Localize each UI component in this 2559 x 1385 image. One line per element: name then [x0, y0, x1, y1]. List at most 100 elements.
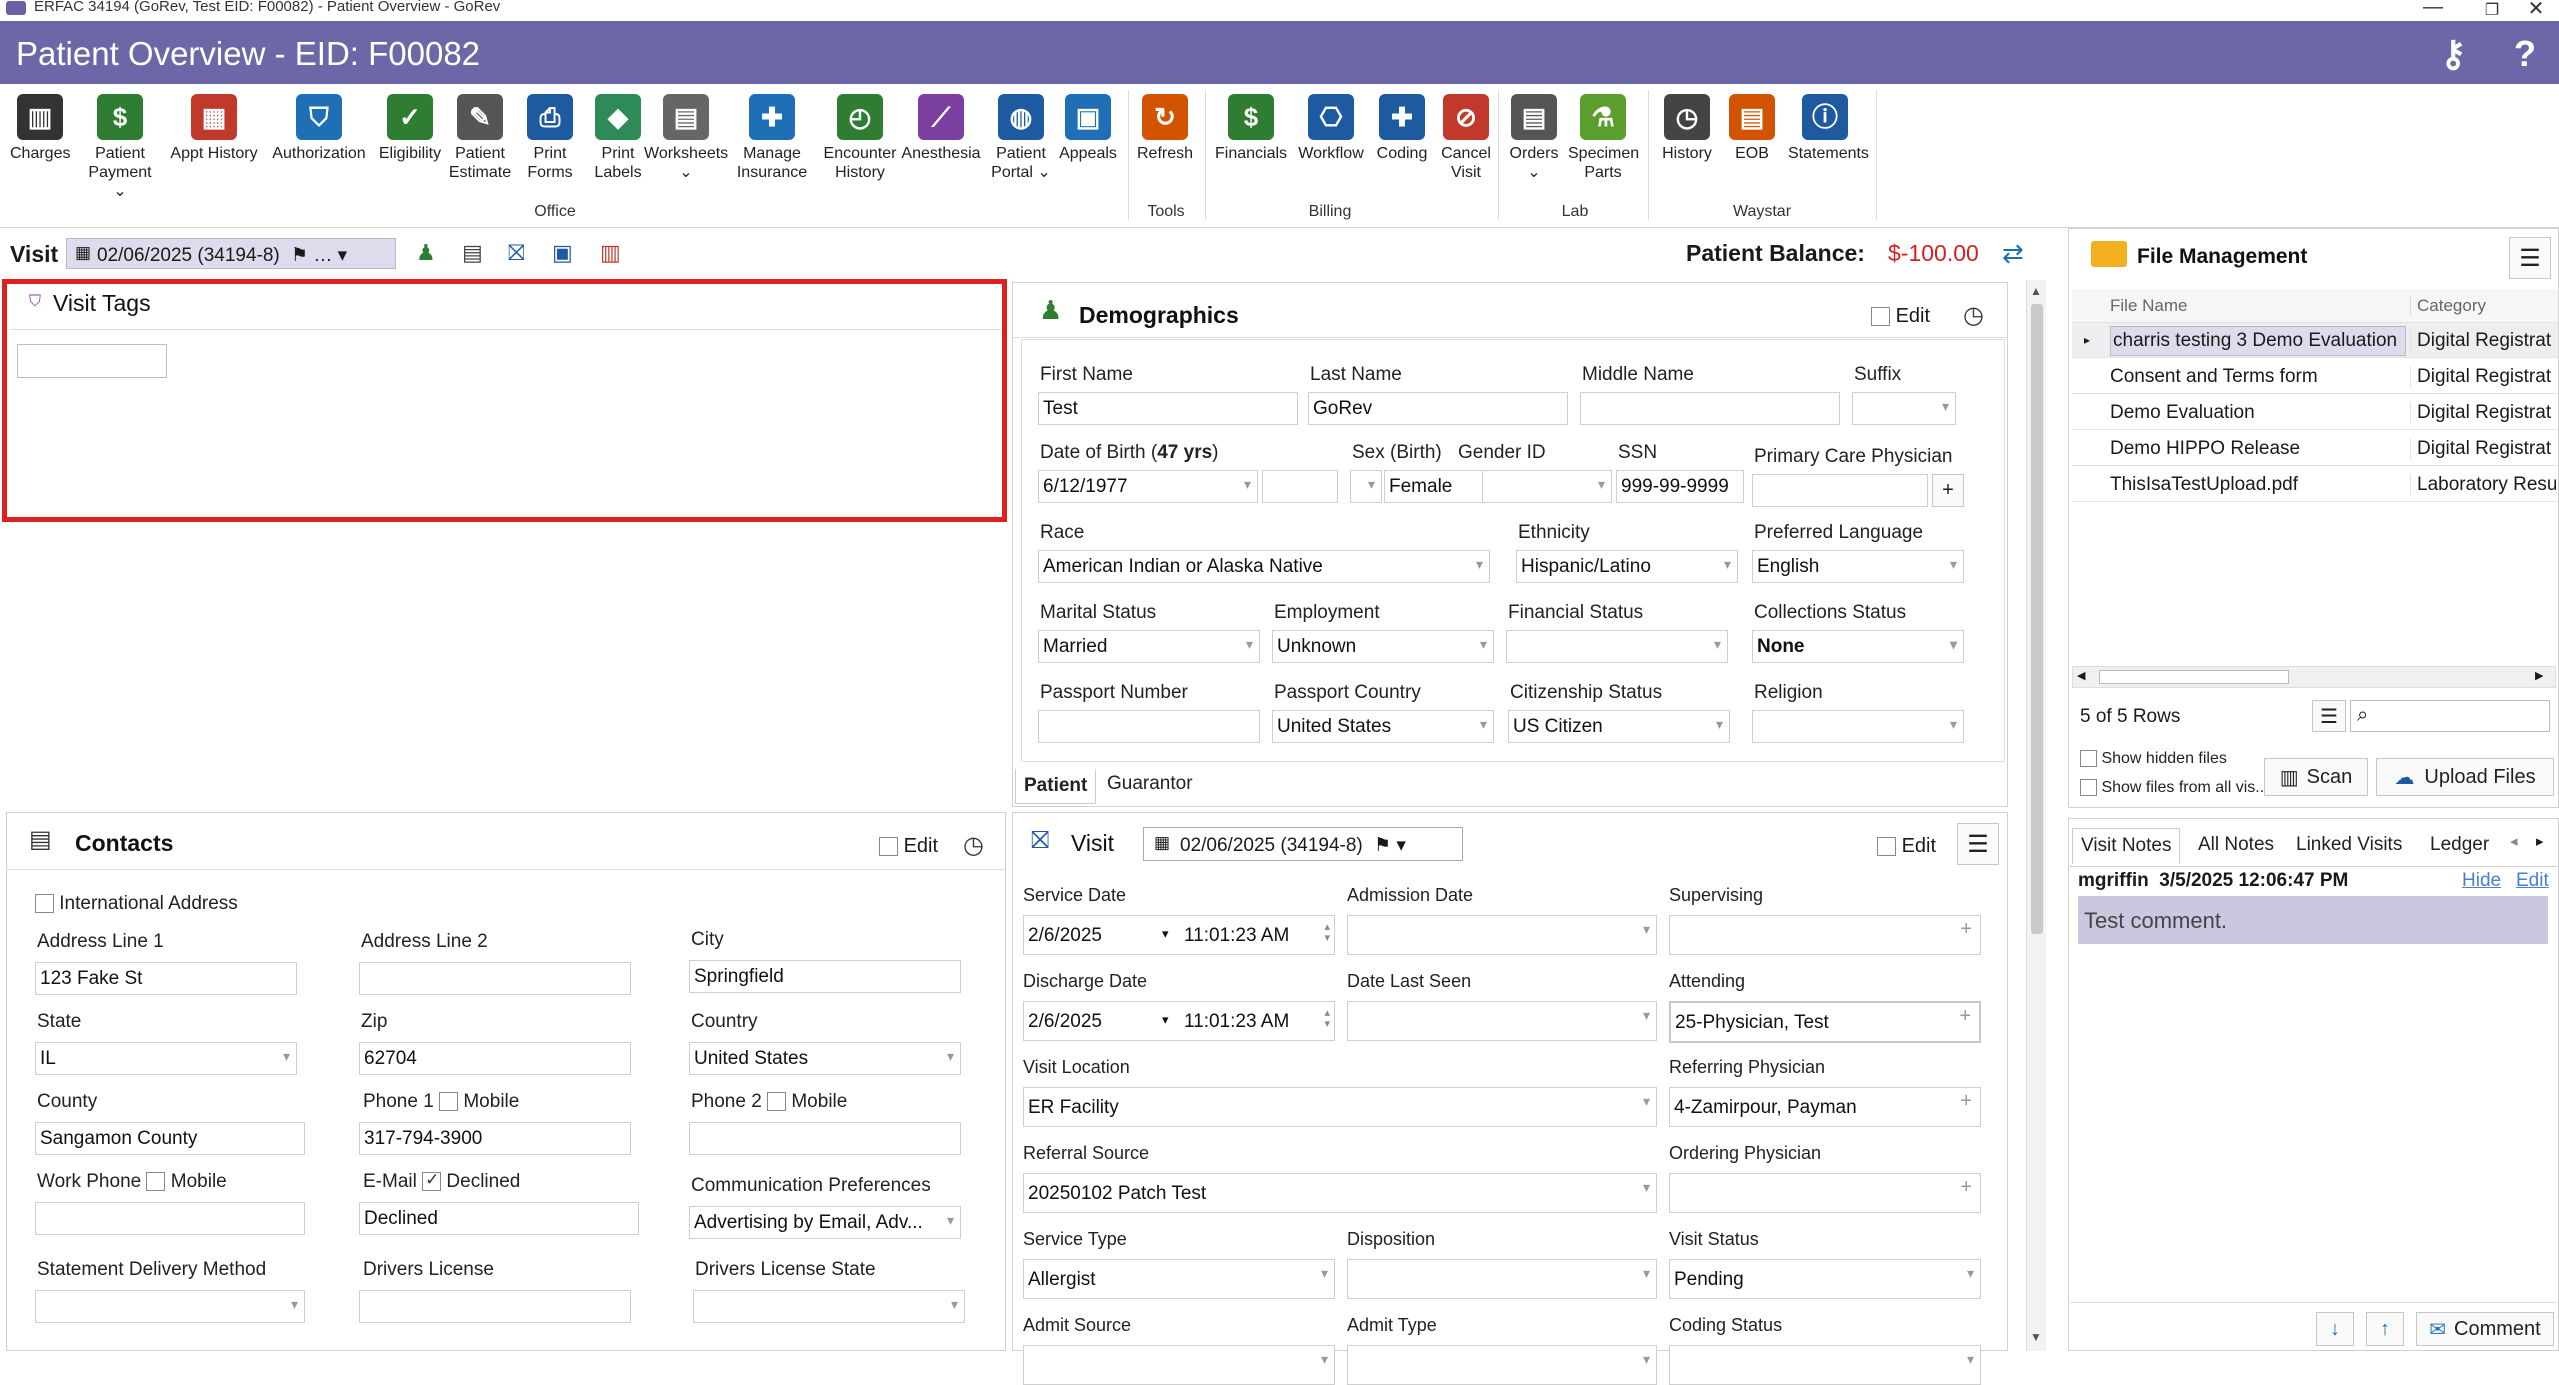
specimenparts-button[interactable]: ⚗ Specimen Parts	[1568, 94, 1639, 182]
work-mobile-checkbox[interactable]	[146, 1172, 166, 1192]
workflow-button[interactable]: ⎔ Workflow	[1296, 94, 1366, 163]
chevron-down-icon[interactable]: ▾	[1162, 1012, 1169, 1028]
collections-field[interactable]: None	[1752, 630, 1964, 663]
gender-id-dropdown[interactable]	[1482, 470, 1612, 503]
middle-name-field[interactable]	[1580, 392, 1840, 425]
suffix-field[interactable]	[1852, 392, 1956, 425]
scroll-down-button[interactable]: ↓	[2316, 1312, 2354, 1346]
vertical-scrollbar[interactable]: ▲ ▼	[2026, 280, 2046, 1351]
edit-checkbox[interactable]	[1877, 837, 1896, 857]
patientportal-button[interactable]: ◍ Patient Portal ⌄	[988, 94, 1054, 182]
cancelvisit-button[interactable]: ⊘ Cancel Visit	[1434, 94, 1498, 182]
scroll-down-icon[interactable]: ▼	[2030, 1330, 2042, 1344]
financial-field[interactable]	[1506, 630, 1728, 663]
edit-checkbox[interactable]	[879, 837, 898, 857]
file-menu-icon[interactable]: ☰	[2509, 237, 2551, 279]
manageinsurance-button[interactable]: ✚ Manage Insurance	[726, 94, 818, 182]
city-field[interactable]: Springfield	[689, 960, 961, 993]
visit-menu-icon[interactable]: ☰	[1957, 823, 1999, 865]
patient-icon[interactable]: ♟	[416, 240, 436, 266]
time-spinner-icon[interactable]: ▴ ▾	[1324, 1008, 1330, 1030]
file-table-row[interactable]: Consent and Terms form Digital Registrat	[2072, 359, 2558, 394]
contacts-edit[interactable]: Edit	[879, 835, 938, 858]
marital-field[interactable]: Married	[1038, 630, 1260, 663]
work-phone-field[interactable]	[35, 1202, 305, 1235]
attending-field[interactable]: 25-Physician, Test	[1669, 1001, 1981, 1043]
comm-field[interactable]: Advertising by Email, Adv...	[689, 1206, 961, 1239]
sex-field[interactable]	[1350, 470, 1382, 503]
history-button[interactable]: ◷ History	[1654, 94, 1720, 163]
maximize-icon[interactable]: ❐	[2472, 0, 2512, 20]
employment-field[interactable]: Unknown	[1272, 630, 1494, 663]
bed-icon[interactable]: ⛝	[508, 240, 525, 266]
international-checkbox[interactable]	[35, 894, 54, 914]
tab-ledger[interactable]: Ledger	[2422, 828, 2497, 862]
address1-field[interactable]: 123 Fake St	[35, 962, 297, 995]
printlabels-button[interactable]: ◆ Print Labels	[584, 94, 652, 182]
column-file-name[interactable]: File Name	[2110, 296, 2187, 316]
show-hidden-files[interactable]: Show hidden files	[2080, 750, 2227, 768]
add-pcp-button[interactable]: +	[1932, 474, 1964, 507]
disposition-field[interactable]	[1347, 1259, 1657, 1299]
scrollbar-thumb[interactable]	[2031, 304, 2043, 934]
state-field[interactable]: IL	[35, 1042, 297, 1075]
statement-field[interactable]	[35, 1290, 305, 1323]
help-icon[interactable]: ?	[2514, 33, 2536, 75]
show-all-checkbox[interactable]	[2080, 779, 2097, 797]
country-field[interactable]: United States	[689, 1042, 961, 1075]
orders-button[interactable]: ▤ Orders ⌄	[1506, 94, 1562, 182]
file-table-row[interactable]: Demo HIPPO Release Digital Registrat	[2072, 431, 2558, 466]
alert-card-icon[interactable]: ▥	[600, 240, 621, 266]
patientestimate-button[interactable]: ✎ Patient Estimate	[444, 94, 516, 182]
encounterhistory-button[interactable]: ◴ Encounter History	[814, 94, 906, 182]
note-edit-link[interactable]: Edit	[2516, 870, 2549, 892]
referring-field[interactable]: 4-Zamirpour, Payman	[1669, 1087, 1981, 1127]
refresh-balance-icon[interactable]: ⇄	[2002, 238, 2024, 269]
discharge-date-field[interactable]: 2/6/2025 ▾ 11:01:23 AM ▴ ▾	[1023, 1001, 1335, 1041]
referral-source-field[interactable]: 20250102 Patch Test	[1023, 1173, 1657, 1213]
scroll-left-icon[interactable]: ◀	[2077, 669, 2085, 682]
phone1-mobile-checkbox[interactable]	[439, 1092, 459, 1112]
visit-selector[interactable]: ▦ 02/06/2025 (34194-8) ⚑ … ▾	[66, 238, 396, 269]
appeals-button[interactable]: ▣ Appeals	[1052, 94, 1124, 163]
admit-type-field[interactable]	[1347, 1345, 1657, 1385]
authorization-button[interactable]: ⛉ Authorization	[264, 94, 374, 163]
dob-extra-field[interactable]	[1262, 470, 1338, 503]
patientpayment-button[interactable]: $ Patient Payment ⌄	[84, 94, 156, 201]
insurance-card-icon[interactable]: ▣	[552, 240, 573, 266]
zip-field[interactable]: 62704	[359, 1042, 631, 1075]
ordering-field[interactable]	[1669, 1173, 1981, 1213]
ssn-field[interactable]: 999-99-9999	[1616, 470, 1744, 503]
visit-status-field[interactable]: Pending	[1669, 1259, 1981, 1299]
dl-field[interactable]	[359, 1290, 631, 1323]
show-hidden-checkbox[interactable]	[2080, 750, 2097, 768]
refresh-button[interactable]: ↻ Refresh	[1134, 94, 1196, 163]
pcp-field[interactable]	[1752, 474, 1928, 507]
printforms-button[interactable]: ⎙ Print Forms	[516, 94, 584, 182]
column-chooser-icon[interactable]: ☰	[2312, 700, 2346, 732]
horizontal-scrollbar[interactable]: ◀ ▶	[2072, 666, 2556, 688]
last-name-field[interactable]: GoRev	[1308, 392, 1568, 425]
upload-files-button[interactable]: ☁ Upload Files	[2376, 758, 2554, 796]
scroll-up-button[interactable]: ↑	[2366, 1312, 2404, 1346]
gender-field[interactable]: Female	[1384, 470, 1484, 503]
minimize-icon[interactable]: —	[2413, 0, 2453, 19]
email-declined-checkbox[interactable]	[422, 1170, 442, 1192]
tab-patient[interactable]: Patient	[1015, 769, 1097, 804]
passport-field[interactable]	[1038, 710, 1260, 743]
close-icon[interactable]: ✕	[2516, 0, 2556, 21]
tab-all-notes[interactable]: All Notes	[2190, 828, 2282, 862]
history-clock-icon[interactable]: ◷	[1963, 301, 1984, 330]
visit-edit[interactable]: Edit	[1877, 835, 1936, 858]
charges-button[interactable]: ▥ Charges	[10, 94, 70, 163]
religion-field[interactable]	[1752, 710, 1964, 743]
county-field[interactable]: Sangamon County	[35, 1122, 305, 1155]
tab-guarantor[interactable]: Guarantor	[1099, 767, 1201, 801]
dob-field[interactable]: 6/12/1977	[1038, 470, 1258, 503]
appt-history-button[interactable]: ▦ Appt History	[166, 94, 262, 163]
history-clock-icon[interactable]: ◷	[963, 831, 984, 860]
phone1-field[interactable]: 317-794-3900	[359, 1122, 631, 1155]
tab-visit-notes[interactable]: Visit Notes	[2072, 828, 2181, 864]
email-field[interactable]: Declined	[359, 1202, 639, 1235]
row-expand-icon[interactable]: ▸	[2084, 333, 2090, 347]
